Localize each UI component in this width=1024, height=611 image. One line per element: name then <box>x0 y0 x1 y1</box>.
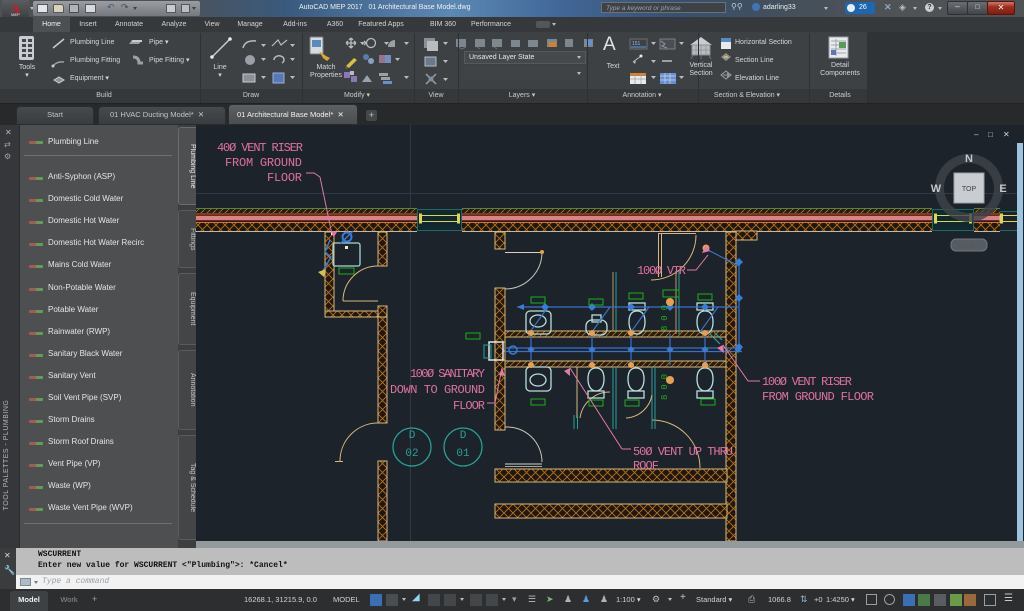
svg-text:N: N <box>965 153 973 165</box>
svg-text:–: – <box>974 130 979 139</box>
svg-text:✕: ✕ <box>1003 130 1010 139</box>
svg-text:151: 151 <box>632 41 641 47</box>
svg-text:800: 800 <box>660 305 670 331</box>
svg-text:100Ø VENT RISER: 100Ø VENT RISER <box>762 375 852 389</box>
svg-text:FLOOR: FLOOR <box>267 171 302 185</box>
svg-text:FLOOR: FLOOR <box>453 399 485 413</box>
svg-text:W: W <box>931 183 942 195</box>
svg-text:DOWN TO GROUND: DOWN TO GROUND <box>390 383 485 397</box>
svg-text:WCS: WCS <box>958 243 975 250</box>
svg-text:E: E <box>999 183 1006 195</box>
svg-text:50Ø VENT UP THRU: 50Ø VENT UP THRU <box>633 445 733 459</box>
svg-text:800: 800 <box>660 374 670 400</box>
svg-text:01: 01 <box>456 448 470 460</box>
svg-text:□: □ <box>988 130 993 139</box>
svg-text:FROM GROUND FLOOR: FROM GROUND FLOOR <box>762 390 874 404</box>
svg-text:100Ø VTR: 100Ø VTR <box>637 264 686 278</box>
svg-text:D: D <box>460 430 467 442</box>
svg-text:02: 02 <box>405 448 418 460</box>
svg-text:100Ø SANITARY: 100Ø SANITARY <box>410 367 485 381</box>
svg-text:ROOF: ROOF <box>633 459 659 473</box>
svg-text:D: D <box>409 430 416 442</box>
svg-text:40Ø VENT RISER: 40Ø VENT RISER <box>217 141 303 155</box>
svg-text:FROM GROUND: FROM GROUND <box>225 156 302 170</box>
svg-text:TOP: TOP <box>962 186 977 193</box>
